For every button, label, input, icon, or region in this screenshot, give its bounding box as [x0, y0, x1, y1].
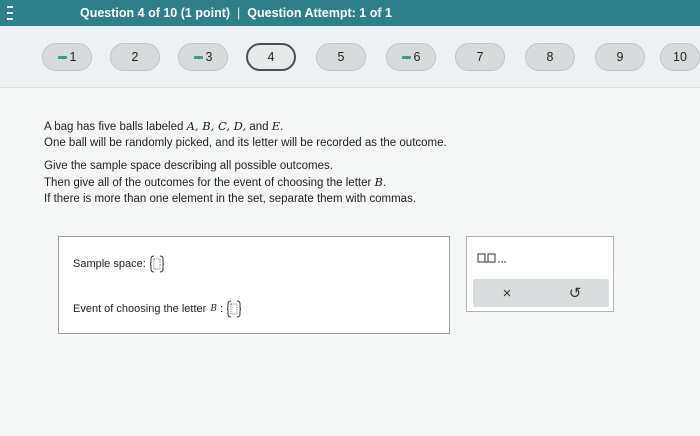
- set-braces-icon: [227, 300, 241, 318]
- prompt-line-2: One ball will be randomly picked, and it…: [44, 137, 447, 149]
- sample-space-input[interactable]: [149, 255, 164, 273]
- question-points: (1 point): [180, 6, 231, 20]
- question-navigation: 1 2 3 4 5 6 7 8 9 10: [0, 26, 700, 88]
- partial-indicator-icon: [193, 55, 203, 59]
- set-list-icon: [477, 253, 506, 263]
- clear-button[interactable]: ×: [473, 279, 541, 307]
- question-label: Question 4 of 10: [80, 6, 178, 20]
- header-bar: Question 4 of 10 (1 point) | Question At…: [0, 0, 700, 26]
- question-button-8[interactable]: 8: [525, 43, 575, 71]
- question-prompt: A bag has five balls labeled A, B, C, D,…: [44, 118, 447, 207]
- partial-indicator-icon: [401, 55, 411, 59]
- question-button-7[interactable]: 7: [455, 43, 505, 71]
- question-button-2[interactable]: 2: [110, 43, 160, 71]
- undo-icon: ↺: [568, 285, 582, 302]
- question-button-5[interactable]: 5: [316, 43, 366, 71]
- toolbox-actions: × ↺: [473, 279, 609, 307]
- question-info: Question 4 of 10 (1 point) | Question At…: [80, 6, 392, 20]
- answer-area: Sample space: Event of choosing the lett…: [58, 236, 450, 334]
- prompt-line-4: Then give all of the outcomes for the ev…: [44, 175, 387, 189]
- question-content: A bag has five balls labeled A, B, C, D,…: [0, 88, 700, 436]
- close-icon: ×: [502, 284, 512, 302]
- partial-indicator-icon: [57, 55, 67, 59]
- event-colon: :: [219, 303, 223, 315]
- question-button-10[interactable]: 10: [660, 43, 700, 71]
- question-button-4[interactable]: 4: [246, 43, 296, 71]
- prompt-line-1: A bag has five balls labeled A, B, C, D,…: [44, 119, 284, 133]
- prompt-line-3: Give the sample space describing all pos…: [44, 160, 333, 172]
- undo-button[interactable]: ↺: [541, 279, 609, 307]
- sample-space-row: Sample space:: [73, 255, 164, 273]
- attempt-label: Question Attempt: 1 of 1: [247, 6, 392, 20]
- event-letter: B: [210, 304, 217, 314]
- question-button-9[interactable]: 9: [595, 43, 645, 71]
- set-braces-icon: [149, 255, 164, 273]
- prompt-line-5: If there is more than one element in the…: [44, 193, 417, 205]
- event-label: Event of choosing the letter: [73, 303, 207, 315]
- header-separator: |: [237, 6, 241, 20]
- menu-icon[interactable]: [0, 0, 20, 26]
- event-input[interactable]: [227, 300, 241, 318]
- question-button-3[interactable]: 3: [178, 43, 228, 71]
- set-list-button[interactable]: [477, 251, 511, 269]
- question-button-1[interactable]: 1: [42, 43, 92, 71]
- math-toolbox: × ↺: [466, 236, 614, 312]
- sample-space-label: Sample space:: [73, 258, 146, 270]
- question-button-6[interactable]: 6: [386, 43, 436, 71]
- event-row: Event of choosing the letter B :: [73, 300, 241, 318]
